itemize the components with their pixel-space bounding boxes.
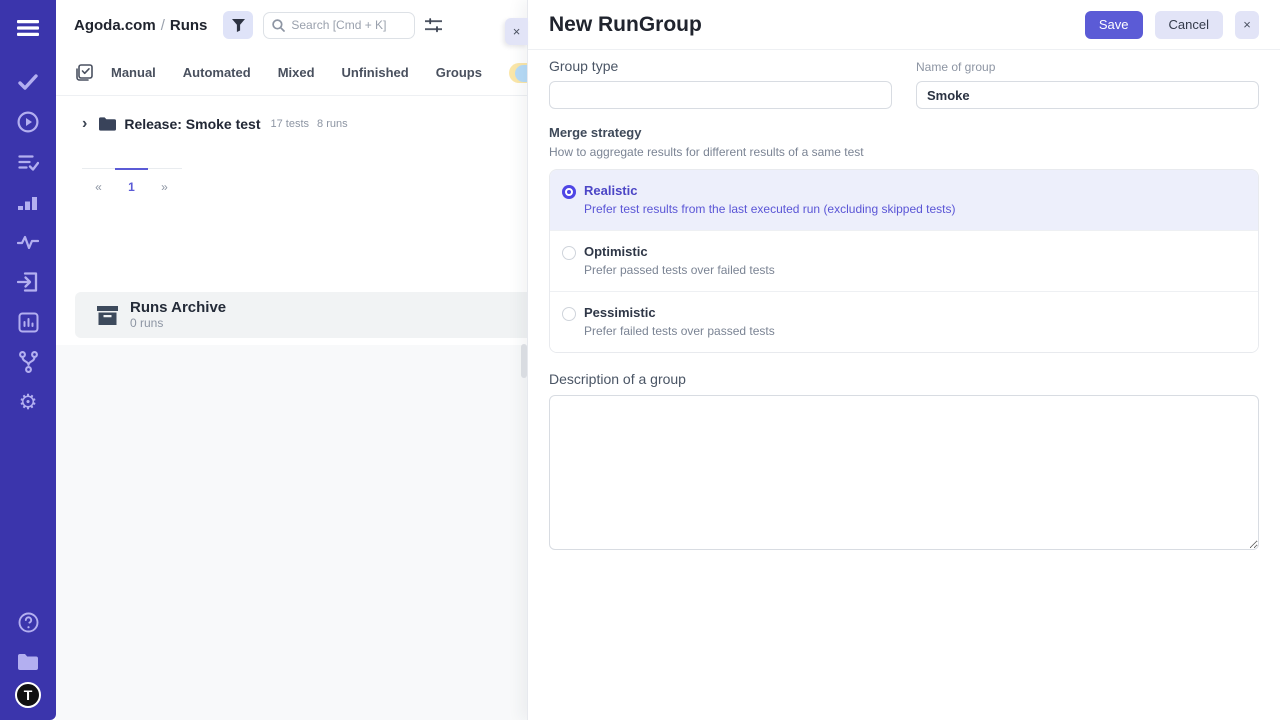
drawer-header: New RunGroup Save Cancel × [528,0,1280,50]
archive-count: 0 runs [130,316,226,330]
reports-bar-chart-icon[interactable] [0,302,56,342]
pagination-page-1[interactable]: 1 [115,168,148,194]
option-realistic-description: Prefer test results from the last execut… [584,202,956,216]
breadcrumb-project[interactable]: Agoda.com [74,17,156,34]
option-realistic[interactable]: Realistic Prefer test results from the l… [550,170,1258,231]
group-type-label: Group type [549,58,892,74]
main-sidebar: ⚙ T [0,0,56,720]
tab-unfinished[interactable]: Unfinished [342,65,409,80]
run-group-row[interactable]: › Release: Smoke test 17 tests 8 runs [56,96,527,132]
breadcrumb: Agoda.com/Runs [74,17,207,34]
pagination: « 1 » [82,168,182,194]
top-fields-grid: Group type Name of group [549,58,1259,109]
name-of-group-input[interactable] [916,81,1259,109]
chevron-right-icon[interactable]: › [82,116,87,132]
drawer-title: New RunGroup [549,13,1085,37]
radio-selected-icon[interactable] [562,185,576,199]
tests-check-icon[interactable] [0,62,56,102]
breadcrumb-section: Runs [170,17,208,34]
cancel-button[interactable]: Cancel [1155,11,1223,39]
filter-button[interactable] [223,11,253,39]
option-pessimistic-title: Pessimistic [584,305,775,320]
folder-icon [99,117,116,131]
close-button[interactable]: × [1235,11,1259,39]
description-textarea[interactable] [549,395,1259,550]
radio-unselected-icon[interactable] [562,307,576,321]
view-settings-sliders-icon[interactable] [425,18,442,33]
tab-groups[interactable]: Groups [436,65,482,80]
search-input[interactable] [291,18,401,32]
runs-archive-row[interactable]: Runs Archive 0 runs [75,292,527,338]
user-avatar[interactable]: T [15,682,41,708]
group-type-field: Group type [549,58,892,109]
breadcrumb-separator: / [156,17,170,34]
run-group-runs-count: 8 runs [317,118,348,130]
drawer-body: Group type Name of group Merge strategy … [528,50,1280,555]
clipped-filter-badge[interactable] [515,65,527,82]
merge-strategy-label: Merge strategy [549,125,1259,140]
run-group-tests-count: 17 tests [271,118,310,130]
drawer-close-tab-button[interactable]: × [505,18,528,45]
pagination-prev[interactable]: « [82,168,115,194]
projects-folder-icon[interactable] [0,642,56,682]
merge-strategy-hint: How to aggregate results for different r… [549,145,1259,159]
help-icon[interactable] [0,602,56,642]
runs-header: Agoda.com/Runs [56,0,527,50]
runs-list-panel: Agoda.com/Runs Manual Automat [56,0,527,720]
settings-gear-icon[interactable]: ⚙ [0,382,56,422]
pagination-next[interactable]: » [148,168,181,194]
option-realistic-title: Realistic [584,183,956,198]
option-pessimistic-description: Prefer failed tests over passed tests [584,324,775,338]
option-optimistic[interactable]: Optimistic Prefer passed tests over fail… [550,231,1258,292]
search-icon [272,19,285,32]
new-rungroup-drawer: × New RunGroup Save Cancel × Group type … [527,0,1280,720]
search-box [263,12,415,39]
drawer-resize-handle[interactable] [521,344,527,378]
option-optimistic-description: Prefer passed tests over failed tests [584,263,775,277]
group-type-input[interactable] [549,81,892,109]
plans-checklist-icon[interactable] [0,142,56,182]
archive-box-icon [97,306,118,325]
description-label: Description of a group [549,371,1259,387]
analytics-pulse-icon[interactable] [0,222,56,262]
merge-strategy-options: Realistic Prefer test results from the l… [549,169,1259,353]
app-root: ⚙ T Agoda.com/Runs [0,0,1280,720]
tab-automated[interactable]: Automated [183,65,251,80]
runs-filter-tabs: Manual Automated Mixed Unfinished Groups… [56,50,527,96]
runs-play-circle-icon[interactable] [0,102,56,142]
option-optimistic-title: Optimistic [584,244,775,259]
hamburger-menu-icon[interactable] [0,8,56,48]
name-of-group-label: Name of group [916,60,1259,74]
panel-lower-area [56,345,527,720]
archive-title: Runs Archive [130,300,226,317]
select-all-checkbox-icon[interactable] [76,64,93,81]
import-icon[interactable] [0,262,56,302]
radio-unselected-icon[interactable] [562,246,576,260]
save-button[interactable]: Save [1085,11,1143,39]
funnel-icon [232,19,245,32]
tab-manual[interactable]: Manual [111,65,156,80]
option-pessimistic[interactable]: Pessimistic Prefer failed tests over pas… [550,292,1258,352]
branches-git-fork-icon[interactable] [0,342,56,382]
run-group-title[interactable]: Release: Smoke test [124,116,260,132]
tab-mixed[interactable]: Mixed [278,65,315,80]
milestones-steps-icon[interactable] [0,182,56,222]
name-of-group-field: Name of group [916,58,1259,109]
